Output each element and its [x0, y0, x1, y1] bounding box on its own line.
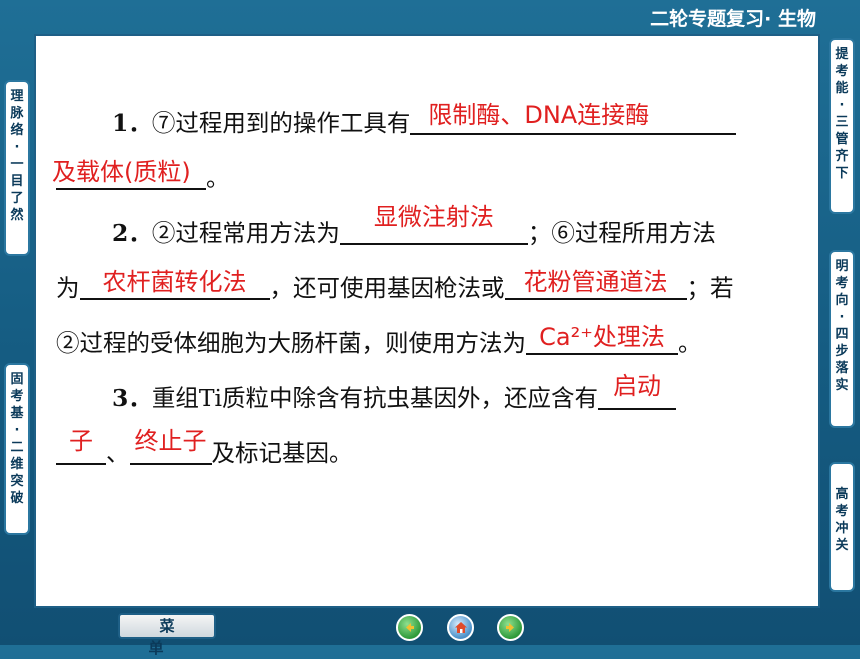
right-tab-1-char: 明	[835, 259, 849, 274]
q3-answer-blank-1a[interactable]: 启动	[598, 374, 677, 410]
forward-icon[interactable]	[497, 614, 524, 641]
q2-text-e: ；若	[686, 274, 734, 302]
back-arrow-glyph	[406, 623, 414, 632]
right-tab-2-char: 高	[835, 487, 849, 502]
q2-text-g: 。	[678, 329, 702, 357]
left-tab-1-char: 突	[10, 474, 24, 489]
forward-arrow-glyph	[506, 623, 514, 632]
left-tab-1-char: 二	[10, 440, 24, 455]
q2-text-f: ②过程的受体细胞为大肠杆菌，则使用方法为	[56, 329, 526, 357]
q3-answer-blank-1b[interactable]: 子	[56, 429, 106, 465]
q2-answer-4: Ca²⁺处理法	[539, 323, 665, 351]
q2-line-3: ②过程的受体细胞为大肠杆菌，则使用方法为 Ca²⁺处理法。	[56, 316, 702, 371]
right-tab-1-char: 向	[835, 293, 849, 308]
q3-line-1: 3．重组Ti质粒中除含有抗虫基因外，还应含有 启动	[112, 371, 677, 426]
home-icon[interactable]	[447, 614, 474, 641]
right-tab-1-char: ·	[839, 310, 845, 325]
right-tab-0-char: 提	[835, 47, 849, 62]
q1-answer-2: 及载体(质粒)	[52, 158, 191, 186]
q2-answer-blank-4[interactable]: Ca²⁺处理法	[526, 325, 678, 355]
q2-line-1: 2．②过程常用方法为 显微注射法 ；⑥过程所用方法	[112, 205, 716, 261]
content-panel: 1．⑦过程用到的操作工具有 限制酶、DNA连接酶 及载体(质粒) 。 2．②过程常用…	[34, 34, 820, 608]
left-tab-0-char: 目	[10, 174, 24, 189]
q2-answer-blank-2[interactable]: 农杆菌转化法	[79, 268, 270, 300]
tab-improve-ability[interactable]: 提考能 · 三管齐下	[829, 38, 855, 214]
q3-prompt: 重组Ti质粒中除含有抗虫基因外，还应含有	[151, 384, 599, 412]
q3-text-b: 、	[106, 439, 130, 467]
q2-answer-blank-3[interactable]: 花粉管通道法	[504, 268, 687, 300]
q2-answer-1: 显微注射法	[373, 203, 494, 231]
q3-answer-1a: 启动	[613, 372, 662, 400]
q1-line-1: 1．⑦过程用到的操作工具有 限制酶、DNA连接酶	[112, 96, 737, 151]
q2-prompt: ②过程常用方法为	[151, 219, 340, 247]
right-tab-0-char: 齐	[835, 149, 849, 164]
q2-number: 2．	[112, 219, 152, 247]
q1-end: 。	[206, 164, 230, 192]
left-tab-0-char: ·	[14, 140, 20, 155]
q3-answer-blank-2[interactable]: 终止子	[129, 429, 212, 465]
left-tab-1-char: 破	[10, 491, 24, 506]
right-tab-0-char: 下	[835, 166, 849, 181]
q2-line-2: 为农杆菌转化法 ，还可使用基因枪法或 花粉管通道法 ；若	[56, 261, 734, 316]
q3-answer-1b: 子	[69, 427, 93, 455]
left-tab-0-char: 然	[10, 208, 24, 223]
q3-text-c: 及标记基因。	[211, 439, 353, 467]
right-tab-1-char: 步	[835, 344, 849, 359]
q2-answer-blank-1[interactable]: 显微注射法	[339, 205, 528, 245]
left-tab-1-char: 考	[10, 389, 24, 404]
q2-text-b: ；⑥过程所用方法	[527, 219, 716, 247]
menu-button[interactable]: 菜单	[118, 613, 216, 657]
back-icon[interactable]	[396, 614, 423, 641]
right-tab-0-char: 三	[835, 115, 849, 130]
left-tab-0-char: 络	[10, 123, 24, 138]
q1-answer-blank-1[interactable]: 限制酶、DNA连接酶	[410, 101, 737, 135]
course-title: 二轮专题复习· 生物	[650, 8, 816, 30]
house-glyph	[454, 622, 467, 633]
right-tab-1-char: 考	[835, 276, 849, 291]
q3-number: 3．	[112, 384, 152, 412]
right-tab-0-char: 管	[835, 132, 849, 147]
left-tab-0-char: 了	[10, 191, 24, 206]
q1-line-2: 及载体(质粒) 。	[52, 151, 230, 206]
q1-prompt: ⑦过程用到的操作工具有	[151, 109, 411, 137]
tab-exam-challenge[interactable]: 高考冲关	[829, 462, 855, 592]
right-tab-0-char: 考	[835, 64, 849, 79]
right-tab-2-char: 考	[835, 504, 849, 519]
q2-answer-2: 农杆菌转化法	[102, 268, 247, 296]
left-tab-0-char: 脉	[10, 106, 24, 121]
q2-text-c: 为	[56, 274, 80, 302]
q2-answer-3: 花粉管通道法	[523, 268, 668, 296]
q3-answer-2: 终止子	[134, 427, 207, 455]
q1-answer-1: 限制酶、DNA连接酶	[428, 101, 650, 129]
tab-consolidate-basics[interactable]: 固考基 · 二维突破	[4, 363, 30, 535]
q3-line-2: 子、终止子 及标记基因。	[56, 426, 353, 481]
q1-number: 1．	[112, 109, 152, 137]
left-tab-0-char: 理	[10, 89, 24, 104]
right-tab-2-char: 关	[835, 538, 849, 553]
left-tab-1-char: ·	[14, 423, 20, 438]
tab-review-overview[interactable]: 理脉络 · 一目了然	[4, 80, 30, 256]
left-tab-0-char: 一	[10, 157, 24, 172]
right-tab-0-char: 能	[835, 81, 849, 96]
left-tab-1-char: 维	[10, 457, 24, 472]
right-tab-0-char: ·	[839, 98, 845, 113]
right-tab-1-char: 实	[835, 378, 849, 393]
right-tab-2-char: 冲	[835, 521, 849, 536]
left-tab-1-char: 基	[10, 406, 24, 421]
tab-exam-direction[interactable]: 明考向 · 四步落实	[829, 250, 855, 428]
right-tab-1-char: 落	[835, 361, 849, 376]
right-tab-1-char: 四	[835, 327, 849, 342]
left-tab-1-char: 固	[10, 372, 24, 387]
q2-text-d: ，还可使用基因枪法或	[269, 274, 505, 302]
q1-answer-blank-2[interactable]: 及载体(质粒)	[52, 160, 206, 190]
